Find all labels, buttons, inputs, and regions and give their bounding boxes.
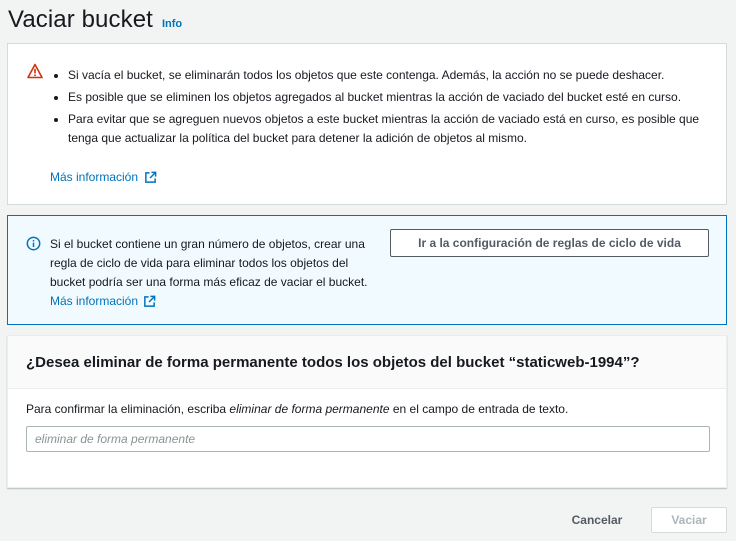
page-header: Vaciar bucket Info [8, 6, 182, 34]
instruction-emphasis: eliminar de forma permanente [229, 402, 390, 416]
confirm-card-body: Para confirmar la eliminación, escriba e… [8, 389, 726, 452]
confirm-delete-input[interactable] [26, 426, 710, 452]
lifecycle-info-text: Si el bucket contiene un gran número de … [50, 235, 380, 311]
instruction-suffix: en el campo de entrada de texto. [389, 402, 569, 416]
warning-list: Si vacía el bucket, se eliminarán todos … [50, 66, 720, 151]
lifecycle-info-message: Si el bucket contiene un gran número de … [50, 237, 368, 289]
warning-alert: Si vacía el bucket, se eliminarán todos … [7, 43, 727, 205]
warning-more-info-link[interactable]: Más información [50, 170, 157, 184]
cancel-button[interactable]: Cancelar [560, 507, 634, 533]
lifecycle-config-button[interactable]: Ir a la configuración de reglas de ciclo… [390, 229, 709, 257]
confirm-delete-card: ¿Desea eliminar de forma permanente todo… [7, 335, 727, 488]
more-info-label: Más información [50, 170, 139, 184]
instruction-prefix: Para confirmar la eliminación, escriba [26, 402, 230, 416]
warning-item: Es posible que se eliminen los objetos a… [50, 88, 720, 107]
warning-item: Si vacía el bucket, se eliminarán todos … [50, 66, 720, 85]
lifecycle-more-info-link[interactable]: Más información [50, 292, 156, 311]
info-circle-icon [26, 236, 41, 251]
more-info-label: Más información [50, 294, 139, 308]
confirm-title: ¿Desea eliminar de forma permanente todo… [26, 354, 640, 371]
page-title: Vaciar bucket [8, 6, 153, 33]
confirm-instruction: Para confirmar la eliminación, escriba e… [26, 402, 708, 416]
external-link-icon [144, 295, 156, 307]
empty-bucket-button[interactable]: Vaciar [651, 507, 727, 533]
confirm-card-header: ¿Desea eliminar de forma permanente todo… [8, 336, 726, 389]
warning-triangle-icon [27, 63, 43, 79]
info-link[interactable]: Info [162, 18, 182, 30]
empty-bucket-page: Vaciar bucket Info Si vacía el bucket, s… [0, 0, 736, 541]
lifecycle-info-alert: Si el bucket contiene un gran número de … [7, 215, 727, 325]
external-link-icon [145, 171, 157, 183]
warning-item: Para evitar que se agreguen nuevos objet… [50, 110, 720, 148]
